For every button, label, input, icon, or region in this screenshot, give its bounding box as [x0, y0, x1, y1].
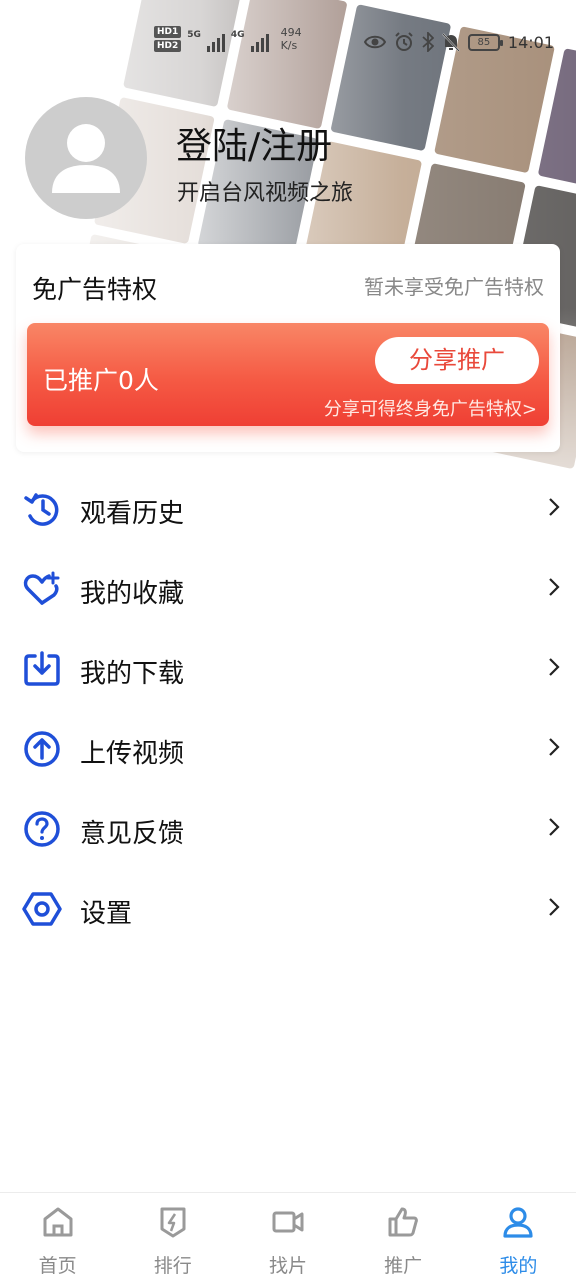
- menu-item-upload[interactable]: 上传视频: [0, 708, 576, 788]
- tab-ranking[interactable]: 排行: [115, 1193, 230, 1280]
- speed-unit: K/s: [280, 39, 298, 52]
- user-silhouette-icon: [52, 124, 120, 193]
- tab-promote[interactable]: 推广: [346, 1193, 461, 1280]
- settings-icon: [22, 892, 62, 926]
- menu-item-history[interactable]: 观看历史: [0, 468, 576, 548]
- upload-icon: [24, 731, 60, 767]
- bottom-tab-bar: 首页 排行 找片 推广 我的: [0, 1192, 576, 1280]
- signal-strength-icon: [250, 30, 269, 52]
- menu-label: 意见反馈: [80, 819, 185, 849]
- menu-list: 观看历史 我的收藏 我的下载 上传视频 意见反馈 设置: [0, 468, 576, 948]
- network-type-label: 5G: [187, 30, 201, 40]
- share-promote-button[interactable]: 分享推广: [375, 337, 539, 384]
- status-bar: HD1 HD2 5G 4G 494 K/s 85 14:01: [0, 0, 576, 88]
- network-speed: 494 K/s: [281, 26, 302, 52]
- tab-label: 我的: [499, 1255, 538, 1277]
- menu-label: 观看历史: [80, 499, 185, 529]
- promotion-banner[interactable]: 已推广0人 分享推广 分享可得终身免广告特权>: [27, 323, 549, 426]
- video-camera-icon: [272, 1211, 304, 1233]
- profile-subtitle: 开启台风视频之旅: [177, 181, 354, 206]
- heart-plus-icon: [23, 571, 60, 605]
- hd-badges: HD1 HD2: [154, 26, 182, 52]
- tab-home[interactable]: 首页: [0, 1193, 115, 1280]
- menu-label: 上传视频: [80, 739, 185, 769]
- promoted-count: 已推广0人: [43, 366, 159, 395]
- chevron-right-icon: [549, 898, 560, 916]
- clock: 14:01: [507, 32, 554, 52]
- bluetooth-icon: [422, 32, 434, 52]
- tab-find-videos[interactable]: 找片: [230, 1193, 345, 1280]
- home-icon: [43, 1207, 73, 1237]
- chevron-right-icon: [549, 658, 560, 676]
- speed-value: 494: [280, 26, 302, 39]
- tab-label: 首页: [38, 1255, 77, 1277]
- hd1-badge: HD1: [154, 26, 182, 38]
- eye-icon: [363, 35, 386, 49]
- login-register-link[interactable]: 登陆/注册: [176, 117, 332, 169]
- promotion-hint-link[interactable]: 分享可得终身免广告特权>: [324, 395, 537, 421]
- hd2-badge: HD2: [154, 40, 182, 52]
- thumbs-up-icon: [388, 1207, 419, 1237]
- menu-item-favorites[interactable]: 我的收藏: [0, 548, 576, 628]
- tab-label: 找片: [268, 1255, 307, 1277]
- chevron-right-icon: [549, 818, 560, 836]
- tab-mine[interactable]: 我的: [461, 1193, 576, 1280]
- network-indicators: HD1 HD2 5G 4G 494 K/s: [154, 26, 302, 52]
- avatar[interactable]: [25, 97, 147, 219]
- download-icon: [24, 651, 60, 686]
- signal-strength-icon: [206, 30, 225, 52]
- card-title: 免广告特权: [32, 275, 158, 304]
- network-type-label: 4G: [230, 30, 245, 40]
- menu-item-settings[interactable]: 设置: [0, 868, 576, 948]
- ranking-icon: [160, 1207, 186, 1238]
- menu-item-feedback[interactable]: 意见反馈: [0, 788, 576, 868]
- bell-off-icon: [442, 33, 460, 52]
- battery-indicator: 85: [467, 33, 503, 51]
- menu-label: 我的收藏: [80, 579, 185, 609]
- tab-label: 排行: [153, 1255, 192, 1277]
- chevron-right-icon: [549, 738, 560, 756]
- history-icon: [24, 493, 59, 526]
- tab-label: 推广: [384, 1255, 423, 1277]
- privilege-status: 暂未享受免广告特权: [364, 275, 544, 299]
- chevron-right-icon: [549, 578, 560, 596]
- menu-label: 设置: [80, 899, 133, 929]
- user-icon: [503, 1207, 533, 1238]
- chevron-right-icon: [549, 498, 560, 516]
- menu-item-downloads[interactable]: 我的下载: [0, 628, 576, 708]
- alarm-icon: [395, 32, 413, 51]
- help-icon: [24, 811, 60, 847]
- ad-free-privilege-card: 免广告特权 暂未享受免广告特权 已推广0人 分享推广 分享可得终身免广告特权>: [16, 244, 560, 452]
- system-indicators: 85 14:01: [363, 32, 554, 52]
- menu-label: 我的下载: [80, 659, 185, 689]
